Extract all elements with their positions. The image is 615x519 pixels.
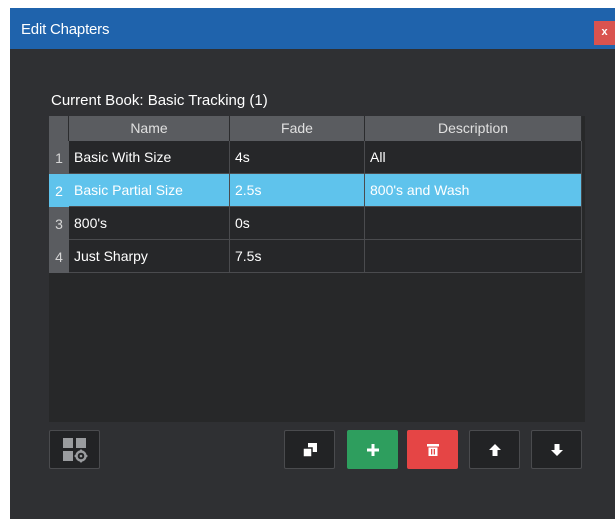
table-row[interactable]: 3 800's 0s — [49, 207, 585, 240]
row-number: 1 — [49, 141, 69, 174]
window-title: Edit Chapters — [21, 21, 110, 38]
current-book-label: Current Book: Basic Tracking (1) — [51, 92, 268, 109]
duplicate-button[interactable] — [284, 430, 335, 469]
table-row[interactable]: 4 Just Sharpy 7.5s — [49, 240, 585, 273]
table-row[interactable]: 1 Basic With Size 4s All — [49, 141, 585, 174]
cell-fade[interactable]: 2.5s — [230, 174, 365, 207]
title-bar[interactable]: Edit Chapters x — [10, 8, 615, 49]
move-up-button[interactable] — [469, 430, 520, 469]
cell-description[interactable] — [365, 240, 582, 273]
cell-name[interactable]: 800's — [69, 207, 230, 240]
plus-icon — [366, 443, 380, 457]
column-header-fade[interactable]: Fade — [230, 116, 365, 141]
cell-fade[interactable]: 7.5s — [230, 240, 365, 273]
layout-settings-button[interactable] — [49, 430, 100, 469]
close-button[interactable]: x — [594, 21, 615, 45]
cell-fade[interactable]: 4s — [230, 141, 365, 174]
chapters-table[interactable]: Name Fade Description 1 Basic With Size … — [49, 116, 585, 422]
arrow-up-icon — [488, 443, 502, 457]
table-corner — [49, 116, 69, 141]
row-number: 4 — [49, 240, 69, 273]
cell-description[interactable]: 800's and Wash — [365, 174, 582, 207]
cell-name[interactable]: Just Sharpy — [69, 240, 230, 273]
move-down-button[interactable] — [531, 430, 582, 469]
delete-chapter-button[interactable] — [407, 430, 458, 469]
row-number: 2 — [49, 174, 69, 207]
cell-name[interactable]: Basic With Size — [69, 141, 230, 174]
column-header-name[interactable]: Name — [69, 116, 230, 141]
table-row-selected[interactable]: 2 Basic Partial Size 2.5s 800's and Wash — [49, 174, 585, 207]
grid-settings-icon — [62, 437, 88, 463]
cell-fade[interactable]: 0s — [230, 207, 365, 240]
cell-name[interactable]: Basic Partial Size — [69, 174, 230, 207]
arrow-down-icon — [550, 443, 564, 457]
cell-description[interactable]: All — [365, 141, 582, 174]
dialog-body: Current Book: Basic Tracking (1) Name Fa… — [10, 49, 615, 519]
edit-chapters-window: Edit Chapters x Current Book: Basic Trac… — [0, 0, 615, 519]
trash-icon — [426, 443, 440, 457]
duplicate-icon — [301, 442, 318, 458]
row-number: 3 — [49, 207, 69, 240]
add-chapter-button[interactable] — [347, 430, 398, 469]
cell-description[interactable] — [365, 207, 582, 240]
column-header-description[interactable]: Description — [365, 116, 582, 141]
